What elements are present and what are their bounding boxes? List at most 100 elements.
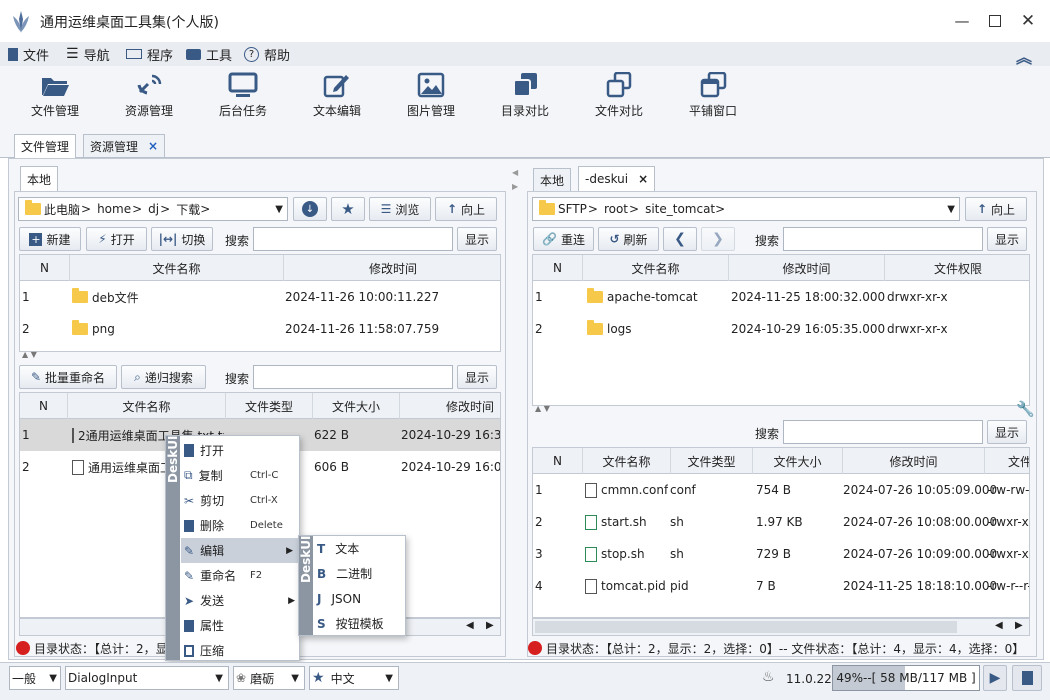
close-tab-icon[interactable]: × bbox=[148, 139, 158, 153]
right-file-show-button[interactable]: 显示 bbox=[987, 420, 1027, 444]
col-header[interactable]: 文件名称 bbox=[583, 255, 729, 281]
language-select[interactable]: ★ 中文 ▼ bbox=[309, 666, 399, 690]
right-path-combo[interactable]: SFTP > root > site_tomcat > ▼ bbox=[532, 197, 960, 221]
col-header[interactable]: N bbox=[533, 255, 583, 281]
browse-button[interactable]: ☰ 浏览 bbox=[369, 197, 431, 221]
download-button[interactable]: ↓ bbox=[293, 197, 327, 221]
wrench-icon[interactable]: 🔧 bbox=[1016, 400, 1035, 418]
right-horizontal-scrollbar[interactable]: ◀ ▶ bbox=[532, 618, 1030, 636]
open-button[interactable]: ⚡ 打开 bbox=[86, 227, 147, 251]
path-crumb[interactable]: 此电脑 bbox=[44, 201, 80, 218]
right-file-search-input[interactable] bbox=[783, 420, 983, 444]
toolbar-resource-manager[interactable]: 资源管理 bbox=[104, 72, 194, 119]
toolbar-file-manager[interactable]: 文件管理 bbox=[10, 72, 100, 119]
table-row[interactable]: 1 deb文件 2024-11-26 10:00:11.227 bbox=[20, 281, 500, 313]
col-header[interactable]: 修改时间 bbox=[729, 255, 885, 281]
forward-button[interactable]: ❯ bbox=[701, 227, 735, 251]
path-crumb[interactable]: home bbox=[97, 202, 131, 216]
table-row[interactable]: 1 cmmn.conf conf 754 B 2024-07-26 10:05:… bbox=[533, 474, 1029, 506]
table-row[interactable]: 2 png 2024-11-26 11:58:07.759 bbox=[20, 313, 500, 345]
col-header[interactable]: 文件类型 bbox=[226, 393, 313, 419]
col-header[interactable]: 文件类型 bbox=[671, 448, 753, 474]
submenu-item-button-template[interactable]: S 按钮模板 bbox=[317, 611, 403, 636]
new-button[interactable]: + 新建 bbox=[19, 227, 81, 251]
switch-button[interactable]: |↔| 切换 bbox=[151, 227, 213, 251]
scroll-thumb[interactable] bbox=[535, 621, 957, 633]
back-button[interactable]: ❮ bbox=[663, 227, 697, 251]
col-header[interactable]: 修改时间 bbox=[284, 255, 500, 281]
theme-select[interactable]: ❀ 磨砺 ▼ bbox=[233, 666, 305, 690]
submenu-item-json[interactable]: J JSON bbox=[317, 586, 403, 611]
menu-item-delete[interactable]: 删除 Delete bbox=[184, 513, 298, 538]
col-header[interactable]: 文件名称 bbox=[68, 393, 226, 419]
menu-program[interactable]: 程序 bbox=[126, 42, 173, 66]
menu-navigate[interactable]: ☰ 导航 bbox=[66, 42, 110, 66]
right-dir-show-button[interactable]: 显示 bbox=[987, 227, 1027, 251]
menu-item-cut[interactable]: ✂ 剪切 Ctrl-X bbox=[184, 488, 298, 513]
path-crumb[interactable]: 下载 bbox=[176, 201, 200, 218]
menu-item-copy[interactable]: ⧉ 复制 Ctrl-C bbox=[184, 463, 298, 488]
favorite-button[interactable]: ★ bbox=[331, 197, 365, 221]
toolbar-file-compare[interactable]: 文件对比 bbox=[574, 72, 664, 119]
dropdown-arrow-icon[interactable]: ▼ bbox=[275, 204, 283, 215]
tab-local-right[interactable]: 本地 bbox=[533, 168, 572, 192]
tab-resource-manager[interactable]: 资源管理 × bbox=[83, 134, 166, 158]
table-row[interactable]: 3 stop.sh sh 729 B 2024-07-26 10:09:00.0… bbox=[533, 538, 1029, 570]
file-show-button[interactable]: 显示 bbox=[457, 365, 497, 389]
recursive-search-button[interactable]: ⌕ 递归搜索 bbox=[121, 365, 206, 389]
menu-help[interactable]: ? 帮助 bbox=[244, 42, 290, 66]
menu-item-properties[interactable]: 属性 bbox=[184, 613, 298, 638]
menu-item-send[interactable]: ➤ 发送 ▶ bbox=[184, 588, 298, 613]
split-arrows-icon[interactable]: ▲ ▼ bbox=[535, 404, 550, 413]
menu-item-open[interactable]: 打开 bbox=[184, 438, 298, 463]
scroll-left-icon[interactable]: ◀ bbox=[466, 620, 474, 631]
dir-search-input[interactable] bbox=[253, 227, 453, 251]
toolbar-text-editor[interactable]: 文本编辑 bbox=[292, 72, 382, 119]
up-button[interactable]: ↑ 向上 bbox=[965, 197, 1027, 221]
close-tab-icon[interactable]: × bbox=[638, 172, 648, 186]
split-arrows-icon[interactable]: ▲ ▼ bbox=[22, 350, 37, 359]
col-header[interactable]: 文件大小 bbox=[753, 448, 843, 474]
table-row[interactable]: 2 start.sh sh 1.97 KB 2024-07-26 10:08:0… bbox=[533, 506, 1029, 538]
table-row[interactable]: 1 apache-tomcat 2024-11-25 18:00:32.000 … bbox=[533, 281, 1029, 313]
reconnect-button[interactable]: 🔗 重连 bbox=[533, 227, 594, 251]
menu-tools[interactable]: 工具 bbox=[186, 42, 232, 66]
toolbar-dir-compare[interactable]: 目录对比 bbox=[480, 72, 570, 119]
col-header[interactable]: 文件大小 bbox=[313, 393, 400, 419]
tab-local-left[interactable]: 本地 bbox=[20, 166, 59, 192]
col-header[interactable]: N bbox=[20, 255, 70, 281]
clear-button[interactable] bbox=[1012, 665, 1042, 691]
menu-file[interactable]: 文件 bbox=[8, 42, 49, 66]
menu-item-compress[interactable]: 压缩 bbox=[184, 638, 298, 663]
scroll-right-icon[interactable]: ▶ bbox=[1015, 620, 1023, 631]
col-header[interactable]: N bbox=[20, 393, 68, 419]
up-button[interactable]: ↑ 向上 bbox=[435, 197, 497, 221]
file-search-input[interactable] bbox=[253, 365, 453, 389]
menu-item-edit[interactable]: ✎ 编辑 ▶ bbox=[181, 538, 299, 563]
collapse-toolbar-icon[interactable]: ︽ bbox=[1016, 44, 1032, 68]
left-path-combo[interactable]: 此电脑 > home > dj > 下载 > ▼ bbox=[18, 197, 288, 221]
col-header[interactable]: 文件 bbox=[985, 448, 1029, 474]
font-select[interactable]: DialogInput ▼ bbox=[65, 666, 229, 690]
scroll-left-icon[interactable]: ◀ bbox=[995, 620, 1003, 631]
run-gc-button[interactable]: ▶ bbox=[983, 665, 1007, 691]
submenu-item-binary[interactable]: B 二进制 bbox=[317, 561, 403, 586]
col-header[interactable]: 文件名称 bbox=[583, 448, 671, 474]
path-crumb[interactable]: site_tomcat bbox=[645, 202, 715, 216]
table-row[interactable]: 4 tomcat.pid pid 7 B 2024-11-25 18:18:10… bbox=[533, 570, 1029, 602]
col-header[interactable]: 文件权限 bbox=[885, 255, 1029, 281]
path-crumb[interactable]: SFTP bbox=[558, 202, 587, 216]
toolbar-background-tasks[interactable]: 后台任务 bbox=[198, 72, 288, 119]
col-header[interactable]: 修改时间 bbox=[843, 448, 985, 474]
batch-rename-button[interactable]: ✎ 批量重命名 bbox=[19, 365, 117, 389]
scroll-right-icon[interactable]: ▶ bbox=[486, 620, 494, 631]
refresh-button[interactable]: ↺ 刷新 bbox=[598, 227, 659, 251]
menu-item-rename[interactable]: ✎ 重命名 F2 bbox=[184, 563, 298, 588]
memory-usage-bar[interactable]: 49%--[ 58 MB/117 MB ] bbox=[832, 665, 980, 691]
toolbar-image-manager[interactable]: 图片管理 bbox=[386, 72, 476, 119]
close-window-button[interactable]: ✕ bbox=[1008, 0, 1048, 42]
col-header[interactable]: 修改时间 bbox=[400, 393, 500, 419]
splitter-arrows-icon[interactable]: ◀ ▶ bbox=[512, 166, 518, 194]
log-level-select[interactable]: 一般 ▼ bbox=[9, 666, 61, 690]
col-header[interactable]: 文件名称 bbox=[70, 255, 284, 281]
